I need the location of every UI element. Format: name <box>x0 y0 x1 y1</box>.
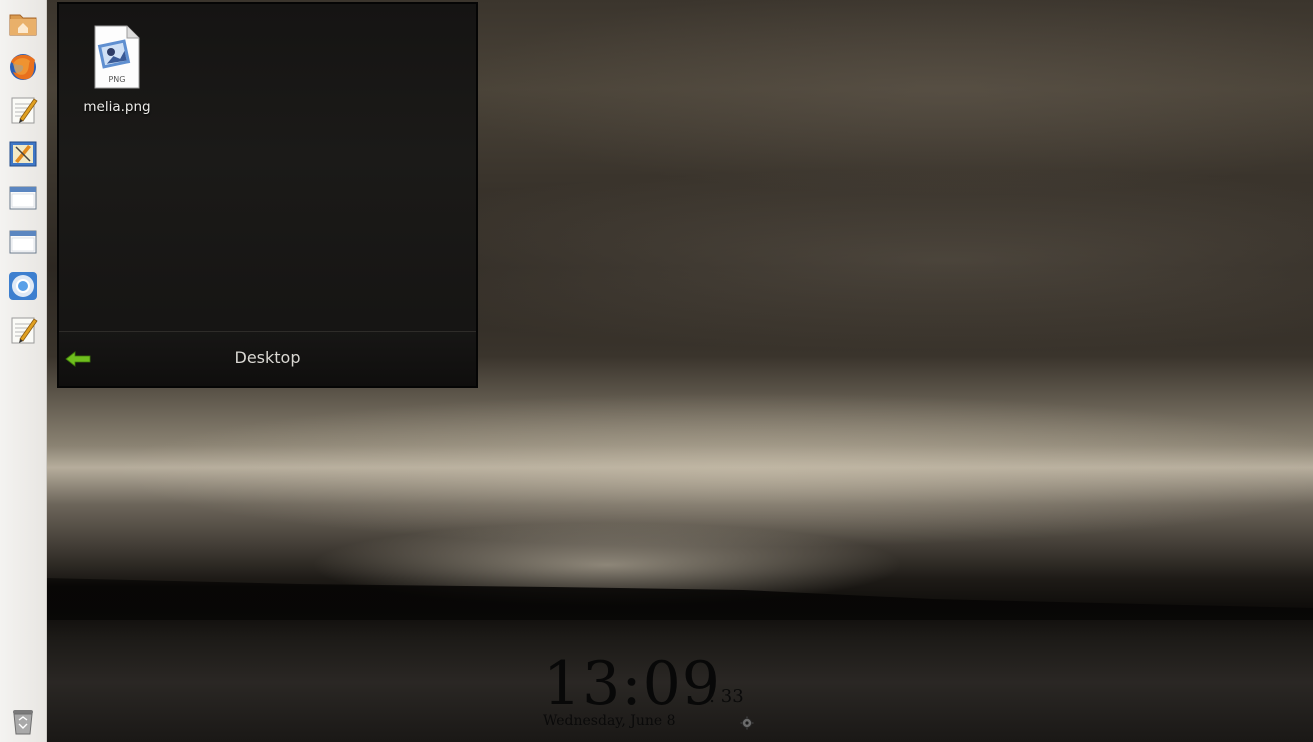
launcher-item-drawing-app[interactable] <box>8 139 38 169</box>
window-icon <box>9 186 37 210</box>
panel-footer: Desktop <box>59 331 476 386</box>
launcher-item-chromium[interactable] <box>8 271 38 301</box>
firefox-icon <box>10 54 36 80</box>
launcher-item-home-folder[interactable] <box>8 8 38 38</box>
launcher-item-window-2[interactable] <box>8 227 38 257</box>
launcher-item-window-1[interactable] <box>8 183 38 213</box>
launcher <box>0 0 47 742</box>
drawing-app-icon <box>9 141 37 167</box>
launcher-item-text-editor-2[interactable] <box>8 315 38 345</box>
clock-time: 13:09 <box>543 649 721 719</box>
panel-title: Desktop <box>234 348 301 367</box>
png-file-icon: PNG <box>94 25 140 89</box>
file-name-label: melia.png <box>83 99 151 115</box>
trash-icon <box>13 710 33 735</box>
clock-date: Wednesday, June 8 <box>543 713 676 729</box>
clock-seconds: : 33 <box>709 686 744 707</box>
folder-home-icon <box>9 14 37 36</box>
launcher-item-firefox[interactable] <box>8 52 38 82</box>
file-item-melia[interactable]: PNG melia.png <box>79 24 155 115</box>
file-type-label: PNG <box>108 75 125 84</box>
gear-icon[interactable] <box>740 716 754 730</box>
chromium-icon <box>9 272 37 300</box>
launcher-item-text-editor[interactable] <box>8 95 38 125</box>
text-editor-icon <box>11 97 38 124</box>
desktop-folder-panel: PNG melia.png Desktop <box>57 2 478 388</box>
text-editor-icon <box>11 317 38 344</box>
launcher-item-trash[interactable] <box>8 706 38 736</box>
window-icon <box>9 230 37 254</box>
